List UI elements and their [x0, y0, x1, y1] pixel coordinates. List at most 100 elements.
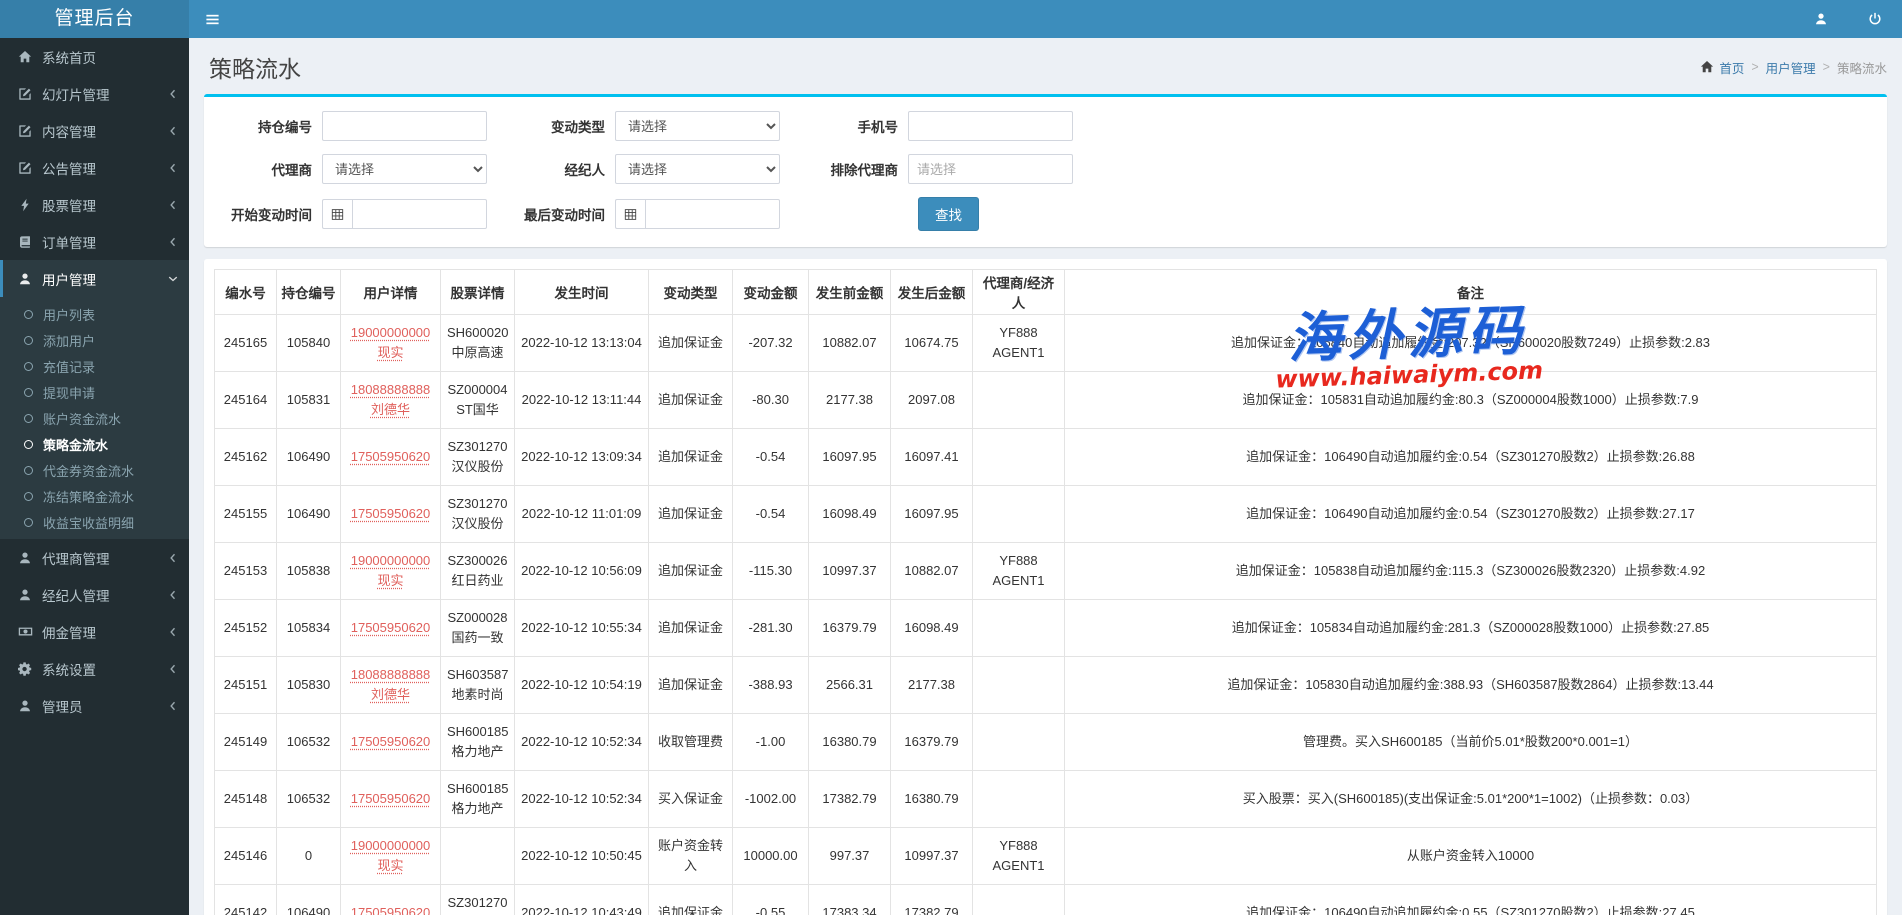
stock-detail-line: ST国华 — [447, 400, 508, 420]
user-detail-link[interactable]: 18088888888 — [347, 380, 434, 400]
calendar-icon[interactable] — [615, 199, 645, 229]
remark-cell: 追加保证金：105840自动追加履约金:207.32（SH600020股数724… — [1065, 315, 1877, 372]
sidebar-item-system-settings[interactable]: 系统设置 — [0, 650, 189, 687]
user-detail-link[interactable]: 现实 — [347, 343, 434, 363]
filter-form: 持仓编号变动类型请选择手机号代理商请选择经纪人请选择排除代理商开始变动时间最后变… — [214, 111, 1877, 231]
breadcrumb-current: 策略流水 — [1837, 58, 1887, 77]
submenu-item-recharge-records[interactable]: 充值记录 — [0, 353, 189, 379]
sidebar-item-label: 系统首页 — [42, 47, 179, 67]
calendar-icon[interactable] — [322, 199, 352, 229]
user-detail-link[interactable]: 17505950620 — [347, 504, 434, 524]
sidebar-item-label: 公告管理 — [42, 158, 167, 178]
user-detail-link[interactable]: 现实 — [347, 571, 434, 591]
start-change-time-input[interactable] — [352, 199, 487, 229]
user-detail-link[interactable]: 19000000000 — [347, 323, 434, 343]
user-detail-link[interactable]: 17505950620 — [347, 618, 434, 638]
position-cell: 106490 — [277, 885, 341, 915]
phone-number-input[interactable] — [908, 111, 1073, 141]
broker-select[interactable]: 请选择 — [615, 154, 780, 184]
submenu-item-add-user[interactable]: 添加用户 — [0, 327, 189, 353]
end-change-time-input[interactable] — [645, 199, 780, 229]
submenu-item-strategy-funds-flow[interactable]: 策略金流水 — [0, 431, 189, 457]
time-cell: 2022-10-12 10:56:09 — [515, 543, 649, 600]
position-cell: 106532 — [277, 771, 341, 828]
user-detail-link[interactable]: 刘德华 — [347, 685, 434, 705]
stock-detail-cell: SH600020中原高速 — [441, 315, 515, 372]
navbar-logout-button[interactable] — [1848, 0, 1902, 38]
after-amount-cell: 16098.49 — [891, 600, 973, 657]
sidebar-item-user-management[interactable]: 用户管理 — [0, 260, 189, 297]
user-detail-cell: 17505950620 — [341, 486, 441, 543]
exclude-agent-input[interactable] — [908, 154, 1073, 184]
content-header: 策略流水 首页>用户管理>策略流水 — [189, 38, 1902, 94]
submenu-item-withdrawal-requests[interactable]: 提现申请 — [0, 379, 189, 405]
time-cell: 2022-10-12 13:11:44 — [515, 372, 649, 429]
submenu-item-label: 冻结策略金流水 — [43, 487, 134, 506]
sidebar-item-commission-management[interactable]: 佣金管理 — [0, 613, 189, 650]
sidebar-item-label: 经纪人管理 — [42, 585, 167, 605]
stock-detail-cell: SZ301270汉仪股份 — [441, 885, 515, 915]
after-amount-cell: 16379.79 — [891, 714, 973, 771]
change-type-select[interactable]: 请选择 — [615, 111, 780, 141]
filter-label-end-change-time: 最后变动时间 — [507, 204, 615, 224]
position-cell: 105831 — [277, 372, 341, 429]
sidebar-item-order-management[interactable]: 订单管理 — [0, 223, 189, 260]
breadcrumb-link[interactable]: 首页 — [1719, 58, 1744, 77]
submenu-item-voucher-funds-flow[interactable]: 代金券资金流水 — [0, 457, 189, 483]
remark-cell: 追加保证金：106490自动追加履约金:0.54（SZ301270股数2）止损参… — [1065, 486, 1877, 543]
sidebar-item-broker-management[interactable]: 经纪人管理 — [0, 576, 189, 613]
remark-cell: 追加保证金：106490自动追加履约金:0.54（SZ301270股数2）止损参… — [1065, 429, 1877, 486]
edit-icon — [18, 161, 42, 175]
time-cell: 2022-10-12 13:13:04 — [515, 315, 649, 372]
filter-label-start-change-time: 开始变动时间 — [214, 204, 322, 224]
sidebar-item-content-management[interactable]: 内容管理 — [0, 112, 189, 149]
table-header-cell: 代理商/经济人 — [973, 270, 1065, 315]
user-detail-link[interactable]: 17505950620 — [347, 732, 434, 752]
submenu-item-frozen-strategy-funds-flow[interactable]: 冻结策略金流水 — [0, 483, 189, 509]
chevron-left-icon — [167, 552, 179, 564]
amount-cell: -388.93 — [733, 657, 809, 714]
user-detail-link[interactable]: 17505950620 — [347, 903, 434, 915]
sidebar-item-system-home[interactable]: 系统首页 — [0, 38, 189, 75]
circle-o-icon — [24, 414, 33, 423]
chevron-left-icon — [167, 88, 179, 100]
user-detail-link[interactable]: 现实 — [347, 856, 434, 876]
submenu-item-account-funds-flow[interactable]: 账户资金流水 — [0, 405, 189, 431]
sidebar-item-slideshow-management[interactable]: 幻灯片管理 — [0, 75, 189, 112]
agent-select[interactable]: 请选择 — [322, 154, 487, 184]
user-detail-link[interactable]: 17505950620 — [347, 789, 434, 809]
submenu-item-yieldbao-income-details[interactable]: 收益宝收益明细 — [0, 509, 189, 535]
navbar-user-button[interactable] — [1794, 0, 1848, 38]
position-cell: 106490 — [277, 429, 341, 486]
agent-cell — [973, 657, 1065, 714]
user-detail-link[interactable]: 刘德华 — [347, 400, 434, 420]
user-icon — [18, 551, 42, 565]
serial-cell: 245149 — [215, 714, 277, 771]
end-change-time-group — [615, 199, 780, 229]
app-logo[interactable]: 管理后台 — [0, 0, 189, 38]
sidebar-item-administrator[interactable]: 管理员 — [0, 687, 189, 724]
amount-cell: 10000.00 — [733, 828, 809, 885]
table-box: 编水号持仓编号用户详情股票详情发生时间变动类型变动金额发生前金额发生后金额代理商… — [204, 259, 1887, 915]
stock-detail-line: 格力地产 — [447, 799, 508, 819]
breadcrumb-link[interactable]: 用户管理 — [1766, 58, 1816, 77]
position-number-input[interactable] — [322, 111, 487, 141]
user-icon — [18, 699, 42, 713]
submenu-item-user-list[interactable]: 用户列表 — [0, 301, 189, 327]
sidebar-toggle-button[interactable] — [189, 0, 236, 38]
agent-cell — [973, 372, 1065, 429]
position-cell: 105834 — [277, 600, 341, 657]
sidebar-item-stock-management[interactable]: 股票管理 — [0, 186, 189, 223]
user-detail-link[interactable]: 19000000000 — [347, 836, 434, 856]
sidebar-item-announcement-management[interactable]: 公告管理 — [0, 149, 189, 186]
sidebar-item-agent-management[interactable]: 代理商管理 — [0, 539, 189, 576]
remark-cell: 追加保证金：105838自动追加履约金:115.3（SZ300026股数2320… — [1065, 543, 1877, 600]
user-detail-link[interactable]: 18088888888 — [347, 665, 434, 685]
before-amount-cell: 2177.38 — [809, 372, 891, 429]
sidebar-item-label: 用户管理 — [42, 269, 167, 289]
search-button[interactable]: 查找 — [918, 197, 979, 231]
user-detail-link[interactable]: 19000000000 — [347, 551, 434, 571]
agent-cell — [973, 486, 1065, 543]
stock-detail-line: SZ300026 — [447, 551, 508, 571]
user-detail-link[interactable]: 17505950620 — [347, 447, 434, 467]
